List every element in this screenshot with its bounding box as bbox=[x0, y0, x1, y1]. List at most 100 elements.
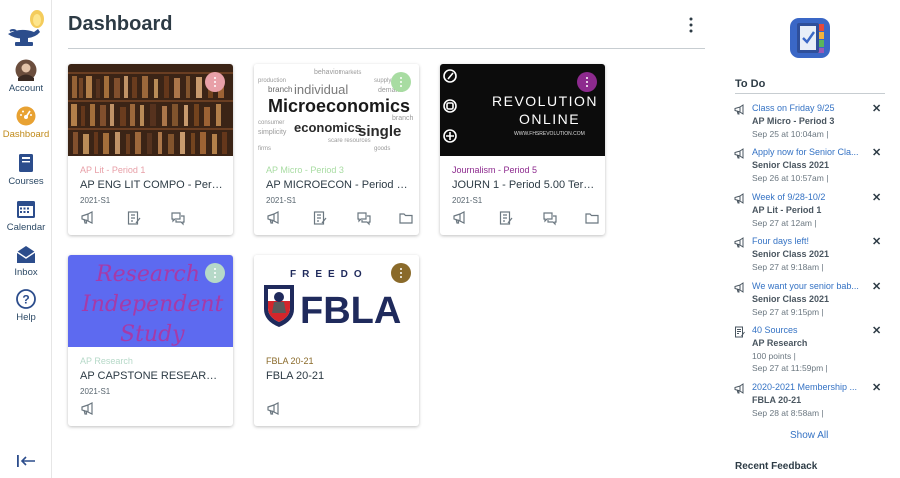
todo-item: Class on Friday 9/25 AP Micro - Period 3… bbox=[734, 103, 884, 147]
todo-title-link[interactable]: Apply now for Senior Cla... bbox=[752, 147, 862, 157]
assignments-icon[interactable] bbox=[498, 210, 514, 226]
todo-item: Apply now for Senior Cla... Senior Class… bbox=[734, 147, 884, 191]
todo-course: Senior Class 2021 bbox=[752, 160, 830, 170]
todo-item: Week of 9/28-10/2 AP Lit - Period 1 Sep … bbox=[734, 192, 884, 236]
todo-course: FBLA 20-21 bbox=[752, 395, 802, 405]
svg-text:single: single bbox=[358, 123, 401, 140]
todo-title-link[interactable]: Week of 9/28-10/2 bbox=[752, 192, 862, 202]
card-term: 2021-S1 bbox=[266, 196, 297, 205]
discussions-icon[interactable] bbox=[356, 210, 372, 226]
dismiss-todo-button[interactable]: ✕ bbox=[872, 280, 881, 293]
nav-dashboard[interactable]: Dashboard bbox=[0, 105, 52, 140]
school-lamp-logo-icon[interactable] bbox=[4, 8, 48, 52]
announcement-icon bbox=[734, 148, 744, 159]
collapse-nav-icon[interactable] bbox=[16, 453, 36, 469]
discussions-icon[interactable] bbox=[170, 210, 186, 226]
dismiss-todo-button[interactable]: ✕ bbox=[872, 102, 881, 115]
hero-text: Microeconomics bbox=[268, 96, 410, 116]
announcement-icon bbox=[734, 193, 744, 204]
card-course-name[interactable]: AP CAPSTONE RESEARCH ... bbox=[80, 370, 225, 382]
dismiss-todo-button[interactable]: ✕ bbox=[872, 324, 881, 337]
card-term: 2021-S1 bbox=[80, 196, 111, 205]
card-course-subtitle[interactable]: AP Research bbox=[80, 356, 133, 366]
announcements-icon[interactable] bbox=[452, 210, 468, 226]
recent-feedback-heading: Recent Feedback bbox=[735, 461, 818, 472]
course-card[interactable]: FREEDO FBLA FBLA 20-21 FBLA 20-21 bbox=[254, 255, 419, 426]
card-options-button[interactable] bbox=[577, 72, 597, 92]
assignments-icon[interactable] bbox=[312, 210, 328, 226]
files-icon[interactable] bbox=[398, 210, 414, 226]
announcements-icon[interactable] bbox=[266, 210, 282, 226]
announcements-icon[interactable] bbox=[80, 210, 96, 226]
dismiss-todo-button[interactable]: ✕ bbox=[872, 146, 881, 159]
svg-text:simplicity: simplicity bbox=[258, 129, 287, 136]
dashboard-options-icon[interactable] bbox=[684, 16, 698, 34]
svg-text:consumer: consumer bbox=[258, 120, 284, 126]
card-options-button[interactable] bbox=[391, 263, 411, 283]
todo-item: We want your senior bab... Senior Class … bbox=[734, 281, 884, 325]
dismiss-todo-button[interactable]: ✕ bbox=[872, 235, 881, 248]
card-course-subtitle[interactable]: AP Micro - Period 3 bbox=[266, 165, 344, 175]
card-options-button[interactable] bbox=[205, 72, 225, 92]
card-options-button[interactable] bbox=[391, 72, 411, 92]
todo-course: Senior Class 2021 bbox=[752, 249, 830, 259]
discussions-icon[interactable] bbox=[542, 210, 558, 226]
files-icon[interactable] bbox=[584, 210, 600, 226]
announcement-icon bbox=[734, 282, 744, 293]
course-card[interactable]: behavior markets production supply individ… bbox=[254, 64, 419, 235]
nav-calendar[interactable]: Calendar bbox=[0, 198, 52, 233]
nav-inbox[interactable]: Inbox bbox=[0, 243, 52, 278]
svg-text:goods: goods bbox=[374, 146, 390, 152]
todo-item: 40 Sources AP Research 100 points | Sep … bbox=[734, 325, 884, 381]
planner-app-icon[interactable] bbox=[788, 16, 832, 60]
hero-small-text: FREEDO bbox=[290, 269, 368, 280]
nav-help[interactable]: ? Help bbox=[0, 288, 52, 323]
todo-date: Sep 27 at 9:18am | bbox=[752, 262, 824, 272]
card-course-name[interactable]: JOURN 1 - Period 5.00 Term... bbox=[452, 179, 597, 191]
nav-courses-label: Courses bbox=[8, 176, 44, 187]
svg-text:production: production bbox=[258, 78, 286, 84]
svg-text:REVOLUTION: REVOLUTION bbox=[492, 93, 598, 109]
todo-title-link[interactable]: Class on Friday 9/25 bbox=[752, 103, 862, 113]
page-title: Dashboard bbox=[68, 13, 173, 35]
course-card[interactable]: Research Independent Study AP Research A… bbox=[68, 255, 233, 426]
show-all-link[interactable]: Show All bbox=[790, 430, 828, 441]
svg-text:Independent: Independent bbox=[81, 292, 224, 317]
todo-title-link[interactable]: We want your senior bab... bbox=[752, 281, 862, 291]
todo-date: Sep 25 at 10:04am | bbox=[752, 129, 829, 139]
dashboard-main: Dashboard AP Lit - Period 1 AP ENG LIT C… bbox=[52, 0, 712, 478]
todo-date: Sep 27 at 9:15pm | bbox=[752, 307, 824, 317]
dismiss-todo-button[interactable]: ✕ bbox=[872, 381, 881, 394]
card-course-subtitle[interactable]: FBLA 20-21 bbox=[266, 356, 314, 366]
dismiss-todo-button[interactable]: ✕ bbox=[872, 191, 881, 204]
announcements-icon[interactable] bbox=[266, 401, 282, 417]
svg-text:ONLINE: ONLINE bbox=[519, 111, 580, 127]
course-card[interactable]: REVOLUTION ONLINE WWW.FHSREVOLUTION.COM … bbox=[440, 64, 605, 235]
assignments-icon[interactable] bbox=[126, 210, 142, 226]
card-course-subtitle[interactable]: Journalism - Period 5 bbox=[452, 165, 537, 175]
todo-title-link[interactable]: Four days left! bbox=[752, 236, 862, 246]
todo-course: AP Micro - Period 3 bbox=[752, 116, 835, 126]
nav-account[interactable]: Account bbox=[0, 59, 52, 94]
account-avatar-icon bbox=[15, 59, 37, 81]
svg-text:?: ? bbox=[22, 293, 29, 307]
card-course-name[interactable]: FBLA 20-21 bbox=[266, 370, 411, 382]
svg-text:Study: Study bbox=[120, 322, 185, 347]
inbox-icon bbox=[16, 246, 36, 263]
card-course-subtitle[interactable]: AP Lit - Period 1 bbox=[80, 165, 145, 175]
todo-points: 100 points | bbox=[752, 351, 796, 361]
todo-course: Senior Class 2021 bbox=[752, 294, 830, 304]
card-course-name[interactable]: AP MICROECON - Period 3.... bbox=[266, 179, 411, 191]
svg-text:individual: individual bbox=[294, 82, 348, 97]
course-card[interactable]: AP Lit - Period 1 AP ENG LIT COMPO - Per… bbox=[68, 64, 233, 235]
todo-divider bbox=[735, 93, 885, 94]
svg-text:Research: Research bbox=[95, 262, 200, 287]
announcements-icon[interactable] bbox=[80, 401, 96, 417]
todo-title-link[interactable]: 40 Sources bbox=[752, 325, 862, 335]
todo-date: Sep 28 at 8:58am | bbox=[752, 408, 824, 418]
card-course-name[interactable]: AP ENG LIT COMPO - Perio... bbox=[80, 179, 225, 191]
card-options-button[interactable] bbox=[205, 263, 225, 283]
nav-courses[interactable]: Courses bbox=[0, 152, 52, 187]
card-term: 2021-S1 bbox=[80, 387, 111, 396]
todo-title-link[interactable]: 2020-2021 Membership ... bbox=[752, 382, 862, 392]
